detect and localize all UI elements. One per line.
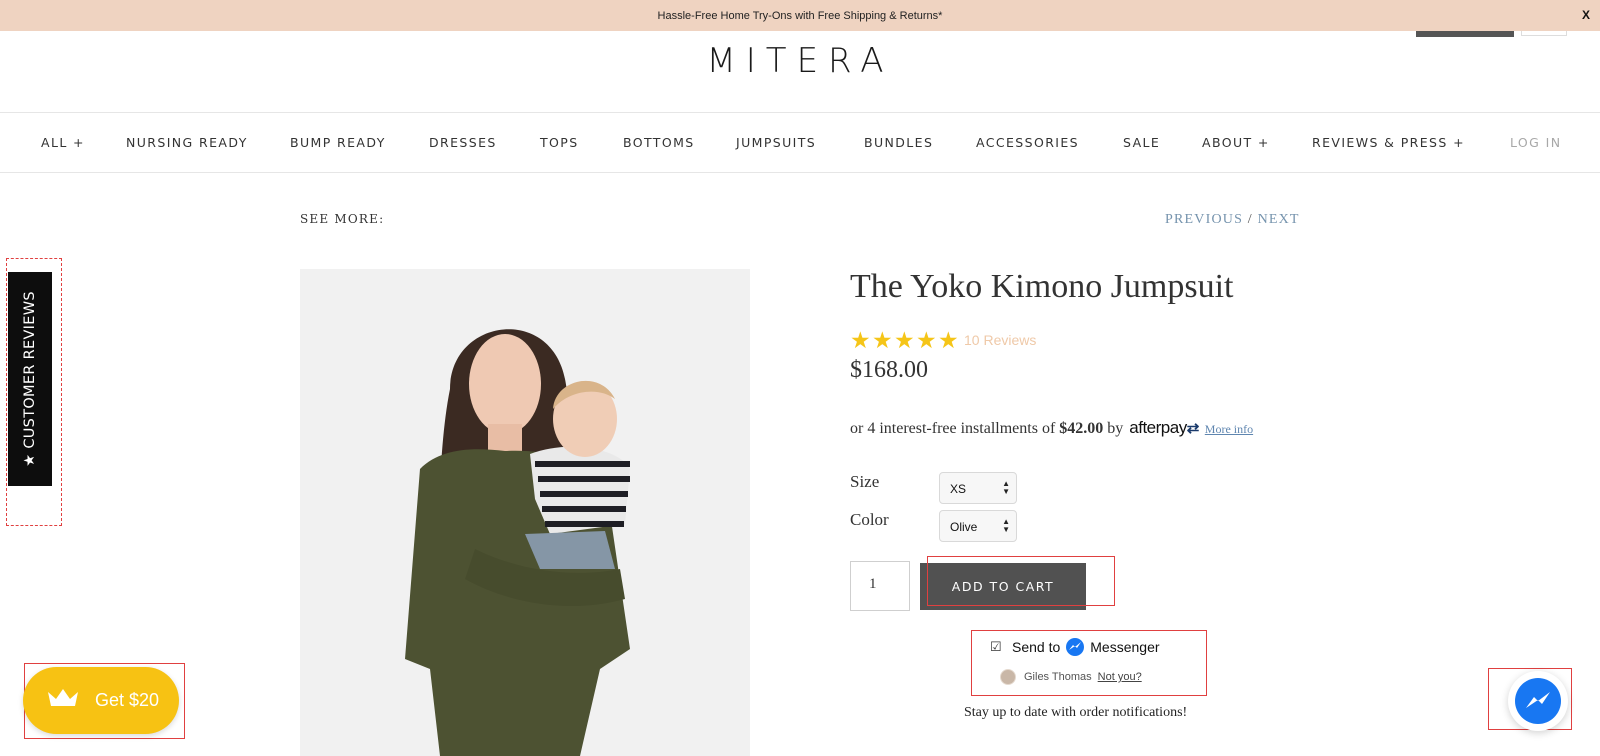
see-more-label: SEE MORE: [300, 212, 385, 226]
previous-link[interactable]: PREVIOUS [1165, 212, 1243, 227]
rewards-button[interactable]: Get $20 [23, 667, 179, 734]
send-to-messenger[interactable]: Send to Messenger [1012, 638, 1160, 656]
nav-item-all[interactable]: ALL + [41, 135, 85, 150]
color-select[interactable]: Olive ▲ ▼ [939, 510, 1017, 542]
star-icon: ★ [872, 327, 893, 353]
afterpay-prefix: or 4 interest-free installments of [850, 420, 1056, 437]
quantity-input[interactable]: 1 [850, 561, 910, 611]
nav-item-tops[interactable]: TOPS [540, 135, 579, 150]
messenger-label: Messenger [1090, 639, 1160, 655]
messenger-chat-button[interactable] [1508, 671, 1568, 731]
rating-stars[interactable]: ★ ★ ★ ★ ★ 10 Reviews [850, 328, 1036, 352]
next-link[interactable]: NEXT [1258, 212, 1300, 227]
crown-icon [47, 688, 79, 713]
header-search-button[interactable] [1521, 31, 1567, 36]
main-nav: ALL + NURSING READY BUMP READY DRESSES T… [0, 113, 1600, 173]
order-notifications-text: Stay up to date with order notifications… [964, 705, 1188, 720]
nav-item-jumpsuits[interactable]: JUMPSUITS [736, 135, 816, 150]
size-select[interactable]: XS ▲ ▼ [939, 472, 1017, 504]
messenger-icon [1515, 678, 1561, 724]
messenger-icon [1066, 638, 1085, 656]
send-to-label: Send to [1012, 639, 1061, 655]
star-icon: ★ [894, 327, 915, 353]
afterpay-arrows-icon: ⇄ [1186, 420, 1200, 437]
nav-item-reviews-press[interactable]: REVIEWS & PRESS + [1312, 135, 1465, 150]
check-icon[interactable]: ☑ [990, 639, 1002, 655]
color-select-value: Olive [950, 520, 978, 534]
nav-item-log-in[interactable]: LOG IN [1510, 135, 1561, 150]
nav-item-dresses[interactable]: DRESSES [429, 135, 497, 150]
nav-item-bump-ready[interactable]: BUMP READY [290, 135, 386, 150]
color-label: Color [850, 510, 889, 529]
messenger-checkbox-widget: ☑ Send to Messenger Giles Thomas Not you… [971, 630, 1207, 696]
announcement-bar: Hassle-Free Home Try-Ons with Free Shipp… [0, 0, 1600, 31]
afterpay-brand: afterpay [1129, 418, 1187, 437]
size-select-value: XS [950, 482, 967, 496]
customer-reviews-tab[interactable]: ★ CUSTOMER REVIEWS [8, 272, 52, 486]
not-you-link[interactable]: Not you? [1098, 671, 1142, 683]
nav-item-about[interactable]: ABOUT + [1202, 135, 1270, 150]
header-cart-button[interactable] [1416, 31, 1514, 37]
messenger-user: Giles Thomas Not you? [1000, 669, 1142, 685]
nav-item-bottoms[interactable]: BOTTOMS [623, 135, 695, 150]
star-icon: ★ [916, 327, 937, 353]
star-icon: ★ [938, 327, 959, 353]
nav-item-bundles[interactable]: BUNDLES [864, 135, 933, 150]
product-image[interactable] [300, 269, 750, 756]
dropdown-caret-icon: ▲ ▼ [1002, 517, 1010, 534]
customer-reviews-label: ★ CUSTOMER REVIEWS [22, 291, 38, 467]
afterpay-more-info-link[interactable]: More info [1205, 422, 1253, 437]
dropdown-caret-icon: ▲ ▼ [1002, 479, 1010, 496]
product-title: The Yoko Kimono Jumpsuit [850, 268, 1234, 305]
star-icon: ★ [850, 327, 871, 353]
site-logo[interactable]: MITERA [0, 41, 1600, 81]
product-photo-illustration [300, 269, 750, 756]
site-header: MITERA [0, 31, 1600, 113]
rewards-label: Get $20 [95, 690, 160, 710]
afterpay-by: by [1107, 420, 1124, 437]
nav-item-nursing-ready[interactable]: NURSING READY [126, 135, 248, 150]
avatar [1000, 669, 1016, 685]
reviews-count-link[interactable]: 10 Reviews [964, 332, 1036, 348]
nav-item-accessories[interactable]: ACCESSORIES [976, 135, 1079, 150]
afterpay-amount: $42.00 [1059, 420, 1104, 437]
announcement-text: Hassle-Free Home Try-Ons with Free Shipp… [657, 9, 943, 22]
add-to-cart-outline [927, 556, 1115, 606]
size-label: Size [850, 472, 880, 491]
afterpay-installments: or 4 interest-free installments of $42.0… [850, 418, 1253, 438]
pager-separator: / [1247, 212, 1253, 227]
messenger-user-name: Giles Thomas [1024, 671, 1092, 683]
announcement-close-button[interactable]: X [1582, 8, 1590, 22]
afterpay-logo: afterpay⇄ [1129, 418, 1199, 438]
prev-next-pager: PREVIOUS / NEXT [1165, 212, 1300, 228]
nav-item-sale[interactable]: SALE [1123, 135, 1160, 150]
product-price: $168.00 [850, 357, 928, 383]
